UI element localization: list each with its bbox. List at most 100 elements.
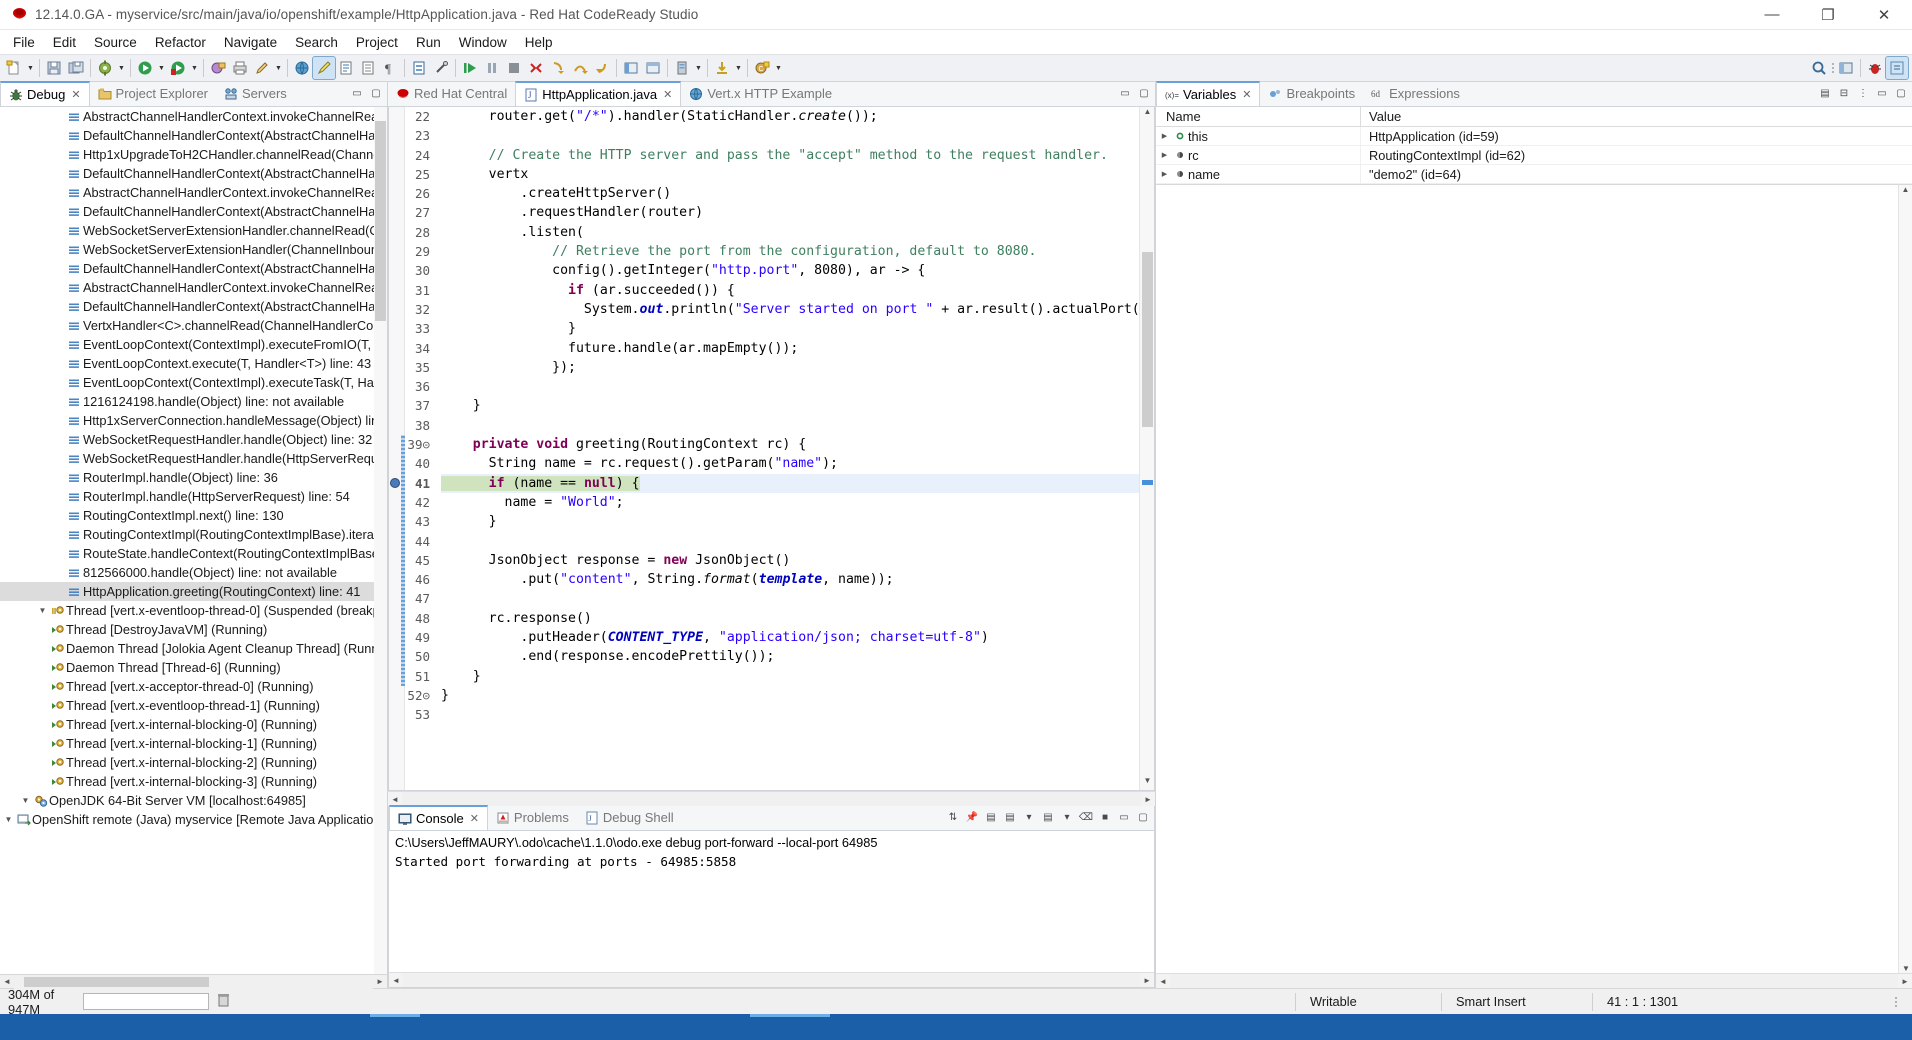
debug-tree-row[interactable]: Thread [vert.x-acceptor-thread-0] (Runni…	[0, 677, 387, 696]
menu-file[interactable]: File	[4, 32, 44, 53]
stack-frame-row[interactable]: RoutingContextImpl(RoutingContextImplBas…	[0, 525, 387, 544]
code-line[interactable]: // Retrieve the port from the configurat…	[441, 242, 1139, 261]
gutter-cell[interactable]	[389, 705, 404, 724]
memory-indicator[interactable]: 304M of 947M	[0, 987, 230, 1017]
minimize-button[interactable]: —	[1744, 0, 1800, 30]
console-tab-debug-shell[interactable]: J Debug Shell	[577, 805, 682, 830]
stack-frame-row[interactable]: 812566000.handle(Object) line: not avail…	[0, 563, 387, 582]
new-wizard-caret-icon[interactable]: ▼	[25, 57, 36, 79]
gutter-cell[interactable]	[389, 358, 404, 377]
stack-frame-row[interactable]: Http1xUpgradeToH2CHandler.channelRead(Ch…	[0, 145, 387, 164]
menu-refactor[interactable]: Refactor	[146, 32, 215, 53]
debug-tree-row[interactable]: Thread [vert.x-eventloop-thread-1] (Runn…	[0, 696, 387, 715]
code-line[interactable]: .requestHandler(router)	[441, 203, 1139, 222]
debug-caret-icon[interactable]: ▼	[156, 57, 167, 79]
openshift-server-icon[interactable]	[671, 57, 693, 79]
variables-detail-pane[interactable]: ▲ ▼	[1156, 184, 1912, 973]
stack-frame-row[interactable]: WebSocketRequestHandler.handle(Object) l…	[0, 430, 387, 449]
maximize-button[interactable]: ❐	[1800, 0, 1856, 30]
stack-frame-row[interactable]: HttpApplication.greeting(RoutingContext)…	[0, 582, 387, 601]
toggle-block-selection-icon[interactable]	[408, 57, 430, 79]
pencil-caret-icon[interactable]: ▼	[273, 57, 284, 79]
editor-hscrollbar[interactable]: ◄ ►	[388, 791, 1155, 806]
gutter-cell[interactable]	[389, 319, 404, 338]
editor-code-content[interactable]: router.get("/*").handler(StaticHandler.c…	[435, 107, 1139, 790]
menu-edit[interactable]: Edit	[44, 32, 85, 53]
debug-tree-row[interactable]: ▼ OpenShift remote (Java) myservice [Remo…	[0, 810, 387, 829]
editor-breakpoint-gutter[interactable]	[389, 107, 405, 790]
debug-tree-row[interactable]: ▼ OpenJDK 64-Bit Server VM [localhost:649…	[0, 791, 387, 810]
chevron-down-icon[interactable]: ▼	[36, 606, 49, 615]
perspective-javaee-icon[interactable]	[1885, 56, 1909, 80]
code-line[interactable]: .end(response.encodePrettily());	[441, 647, 1139, 666]
code-line[interactable]: router.get("/*").handler(StaticHandler.c…	[441, 107, 1139, 126]
display-selected-console-icon[interactable]: ▤	[982, 808, 1000, 826]
gutter-cell[interactable]	[389, 126, 404, 145]
debug-tree-row[interactable]: Thread [vert.x-internal-blocking-3] (Run…	[0, 772, 387, 791]
step-over-icon[interactable]	[569, 57, 591, 79]
menu-project[interactable]: Project	[347, 32, 407, 53]
new-console-view-icon[interactable]: ▤	[1039, 808, 1057, 826]
download-caret-icon[interactable]: ▼	[733, 57, 744, 79]
variables-hscroll-left-arrow[interactable]: ◄	[1156, 977, 1170, 986]
variables-hscroll-right-arrow[interactable]: ►	[1898, 977, 1912, 986]
gutter-cell[interactable]	[389, 396, 404, 415]
save-all-icon[interactable]	[65, 57, 87, 79]
terminate-icon[interactable]	[503, 57, 525, 79]
search-icon[interactable]	[1808, 57, 1830, 79]
variables-column-value[interactable]: Value	[1361, 107, 1912, 126]
collapse-all-icon[interactable]: ⊟	[1835, 84, 1853, 102]
gutter-cell[interactable]	[389, 242, 404, 261]
save-icon[interactable]	[43, 57, 65, 79]
gutter-cell[interactable]	[389, 300, 404, 319]
code-line[interactable]	[441, 416, 1139, 435]
console-tab-problems[interactable]: Problems	[488, 805, 577, 830]
editor-vscrollbar[interactable]: ▲ ▼	[1139, 107, 1154, 790]
run-external-tools-icon[interactable]	[207, 57, 229, 79]
stack-frame-row[interactable]: WebSocketServerExtensionHandler(ChannelI…	[0, 240, 387, 259]
console-hscrollbar[interactable]: ◄ ►	[389, 972, 1154, 987]
variables-hscrollbar[interactable]: ◄ ►	[1156, 973, 1912, 988]
gutter-cell[interactable]	[389, 107, 404, 126]
close-icon[interactable]: ✕	[1242, 88, 1251, 101]
build-caret-icon[interactable]: ▼	[116, 57, 127, 79]
code-line[interactable]: JsonObject response = new JsonObject()	[441, 551, 1139, 570]
code-line[interactable]: rc.response()	[441, 609, 1139, 628]
menu-search[interactable]: Search	[286, 32, 347, 53]
editor-hscroll-left-arrow[interactable]: ◄	[388, 795, 402, 804]
stack-frame-row[interactable]: 1216124198.handle(Object) line: not avai…	[0, 392, 387, 411]
link-with-editor-icon[interactable]	[430, 57, 452, 79]
new-wizard-icon[interactable]	[3, 57, 25, 79]
code-line[interactable]: name = "World";	[441, 493, 1139, 512]
new-java-class-icon[interactable]: C	[751, 57, 773, 79]
code-line[interactable]: vertx	[441, 165, 1139, 184]
trash-icon[interactable]	[217, 993, 230, 1010]
run-icon[interactable]	[167, 57, 189, 79]
gutter-cell[interactable]	[389, 223, 404, 242]
gutter-cell[interactable]	[389, 339, 404, 358]
debug-tab-servers[interactable]: Servers	[216, 81, 295, 106]
code-line[interactable]	[441, 126, 1139, 145]
close-button[interactable]: ✕	[1856, 0, 1912, 30]
close-icon[interactable]: ✕	[71, 88, 80, 101]
perspective-java-icon[interactable]	[1835, 57, 1857, 79]
stack-frame-row[interactable]: RouteState.handleContext(RoutingContextI…	[0, 544, 387, 563]
debug-tree[interactable]: AbstractChannelHandlerContext.invokeChan…	[0, 107, 387, 974]
variables-tab-variables[interactable]: (x)= Variables ✕	[1156, 81, 1261, 106]
gutter-cell[interactable]	[389, 377, 404, 396]
stack-frame-row[interactable]: Http1xServerConnection.handleMessage(Obj…	[0, 411, 387, 430]
stack-frame-row[interactable]: DefaultChannelHandlerContext(AbstractCha…	[0, 297, 387, 316]
step-return-icon[interactable]	[591, 57, 613, 79]
code-line[interactable]	[441, 705, 1139, 724]
show-view-icon[interactable]	[642, 57, 664, 79]
gutter-cell[interactable]	[389, 165, 404, 184]
console-output[interactable]: C:\Users\JeffMAURY\.odo\cache\1.1.0\odo.…	[389, 831, 1154, 972]
highlight-icon[interactable]	[312, 56, 336, 80]
statusbar-handle[interactable]	[1893, 993, 1898, 1011]
menu-navigate[interactable]: Navigate	[215, 32, 286, 53]
code-line[interactable]	[441, 532, 1139, 551]
minimize-view-icon[interactable]: ▭	[1873, 84, 1891, 102]
debug-tree-row[interactable]: Daemon Thread [Jolokia Agent Cleanup Thr…	[0, 639, 387, 658]
suspend-icon[interactable]	[481, 57, 503, 79]
console-hscroll-right-arrow[interactable]: ►	[1140, 976, 1154, 985]
